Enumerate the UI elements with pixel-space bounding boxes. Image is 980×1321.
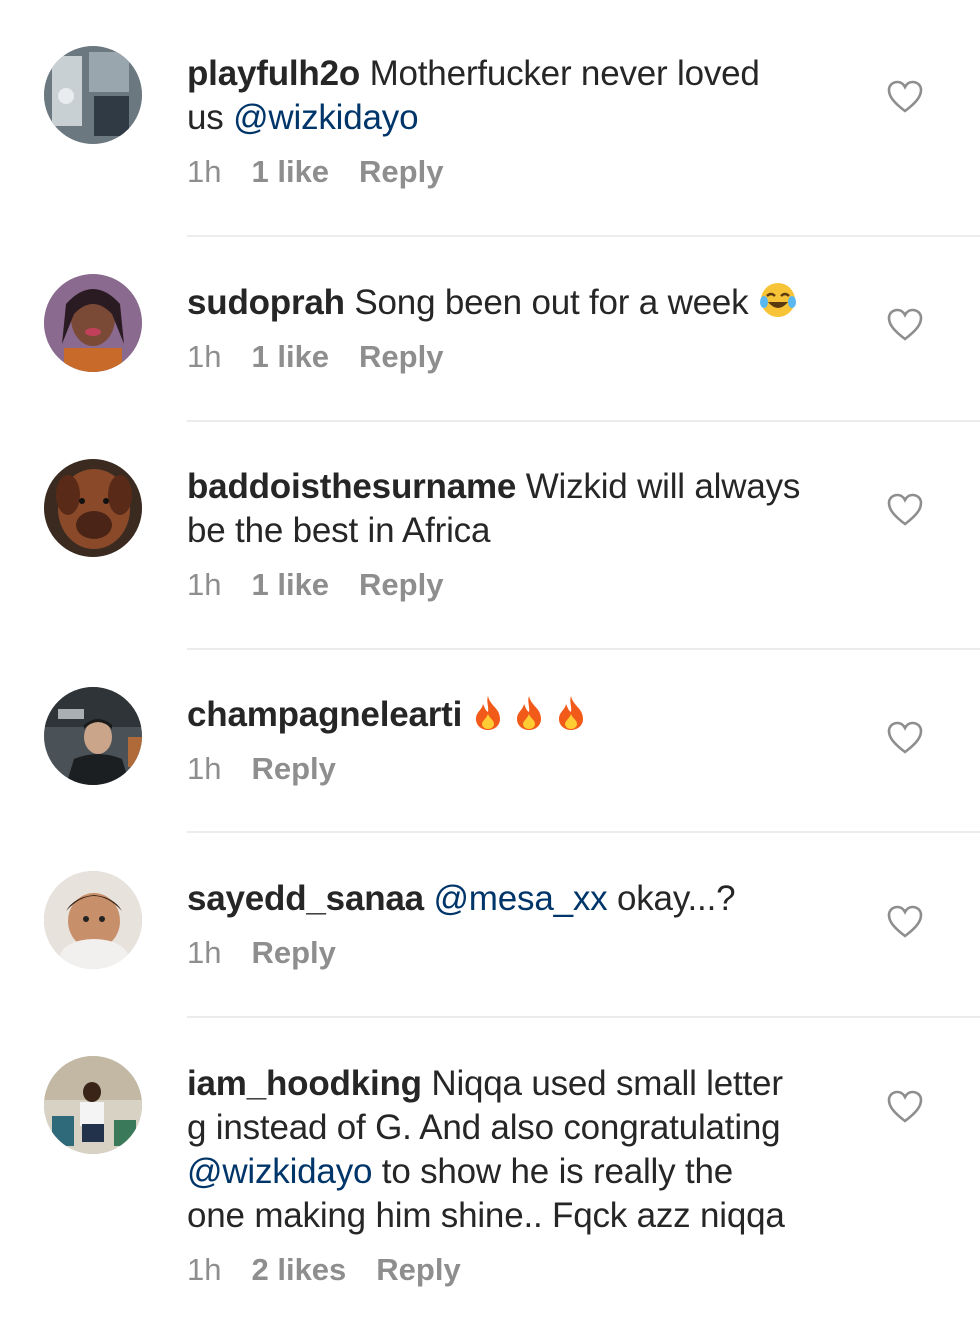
comment-time: 1h xyxy=(187,935,222,970)
likes-count[interactable]: 1 like xyxy=(251,339,329,375)
reply-button[interactable]: Reply xyxy=(251,935,335,971)
divider xyxy=(187,831,980,833)
comment-meta: 1h 1 like Reply xyxy=(187,567,850,603)
reply-button[interactable]: Reply xyxy=(359,567,443,603)
comment-body: Motherfucker never loved xyxy=(369,54,760,93)
user-avatar[interactable] xyxy=(44,459,142,557)
comment-time: 1h xyxy=(187,1252,222,1287)
reply-button[interactable]: Reply xyxy=(251,751,335,787)
comment-body: g instead of G. And also congratulating xyxy=(187,1108,781,1147)
comment-body: one making him shine.. Fqck azz niqqa xyxy=(187,1196,785,1235)
comment-text: champagnelearti xyxy=(187,693,850,737)
comment-meta: 1h 1 like Reply xyxy=(187,154,850,190)
user-avatar[interactable] xyxy=(44,687,142,785)
comment-time: 1h xyxy=(187,567,222,602)
reply-button[interactable]: Reply xyxy=(359,154,443,190)
comment-text: iam_hoodking Niqqa used small letter g i… xyxy=(187,1062,850,1238)
comment-username[interactable]: sayedd_sanaa xyxy=(187,879,424,918)
user-avatar[interactable] xyxy=(44,1056,142,1154)
comment-body: to show he is really the xyxy=(372,1152,734,1191)
divider xyxy=(187,420,980,422)
divider xyxy=(187,1016,980,1018)
mention-link[interactable]: @wizkidayo xyxy=(233,98,418,137)
comment-meta: 1h Reply xyxy=(187,935,850,971)
comment-text: playfulh2o Motherfucker never loved us @… xyxy=(187,52,850,140)
comment-list: playfulh2o Motherfucker never loved us @… xyxy=(0,0,980,1321)
mention-link[interactable]: @wizkidayo xyxy=(187,1152,372,1191)
heart-outline-icon[interactable] xyxy=(887,80,923,114)
user-avatar[interactable] xyxy=(44,274,142,372)
divider xyxy=(187,648,980,650)
comment-username[interactable]: baddoisthesurname xyxy=(187,467,516,506)
likes-count[interactable]: 1 like xyxy=(251,154,329,190)
comment-text: baddoisthesurname Wizkid will always be … xyxy=(187,465,850,553)
likes-count[interactable]: 1 like xyxy=(251,567,329,603)
comment-body: Song been out for a week xyxy=(354,283,749,322)
comment-body: be the best in Africa xyxy=(187,511,491,550)
heart-outline-icon[interactable] xyxy=(887,1090,923,1124)
comment-time: 1h xyxy=(187,154,222,189)
likes-count[interactable]: 2 likes xyxy=(251,1252,346,1288)
fire-emoji-group xyxy=(472,695,587,734)
user-avatar[interactable] xyxy=(44,46,142,144)
comment-body: us xyxy=(187,98,234,137)
comment-username[interactable]: playfulh2o xyxy=(187,54,360,93)
reply-button[interactable]: Reply xyxy=(376,1252,460,1288)
heart-outline-icon[interactable] xyxy=(887,905,923,939)
crying-laughing-emoji xyxy=(760,283,797,317)
comment-meta: 1h Reply xyxy=(187,751,850,787)
comment-text: sudoprah Song been out for a week xyxy=(187,280,850,325)
comment-body: Niqqa used small letter xyxy=(431,1064,783,1103)
comment-time: 1h xyxy=(187,751,222,786)
mention-link[interactable]: @mesa_xx xyxy=(433,879,607,918)
comment-body: Wizkid will always xyxy=(525,467,801,506)
user-avatar[interactable] xyxy=(44,871,142,969)
divider xyxy=(187,235,980,237)
comment-body: okay...? xyxy=(616,879,736,918)
comment-meta: 1h 1 like Reply xyxy=(187,339,850,375)
heart-outline-icon[interactable] xyxy=(887,308,923,342)
fire-emoji xyxy=(475,696,500,730)
heart-outline-icon[interactable] xyxy=(887,721,923,755)
comment-username[interactable]: sudoprah xyxy=(187,283,345,322)
comment-username[interactable]: champagnelearti xyxy=(187,695,462,734)
comment-text: sayedd_sanaa @mesa_xx okay...? xyxy=(187,877,850,921)
comment-time: 1h xyxy=(187,339,222,374)
fire-emoji xyxy=(558,696,583,730)
comment-meta: 1h 2 likes Reply xyxy=(187,1252,850,1288)
fire-emoji xyxy=(517,696,542,730)
heart-outline-icon[interactable] xyxy=(887,493,923,527)
comment-username[interactable]: iam_hoodking xyxy=(187,1064,422,1103)
reply-button[interactable]: Reply xyxy=(359,339,443,375)
